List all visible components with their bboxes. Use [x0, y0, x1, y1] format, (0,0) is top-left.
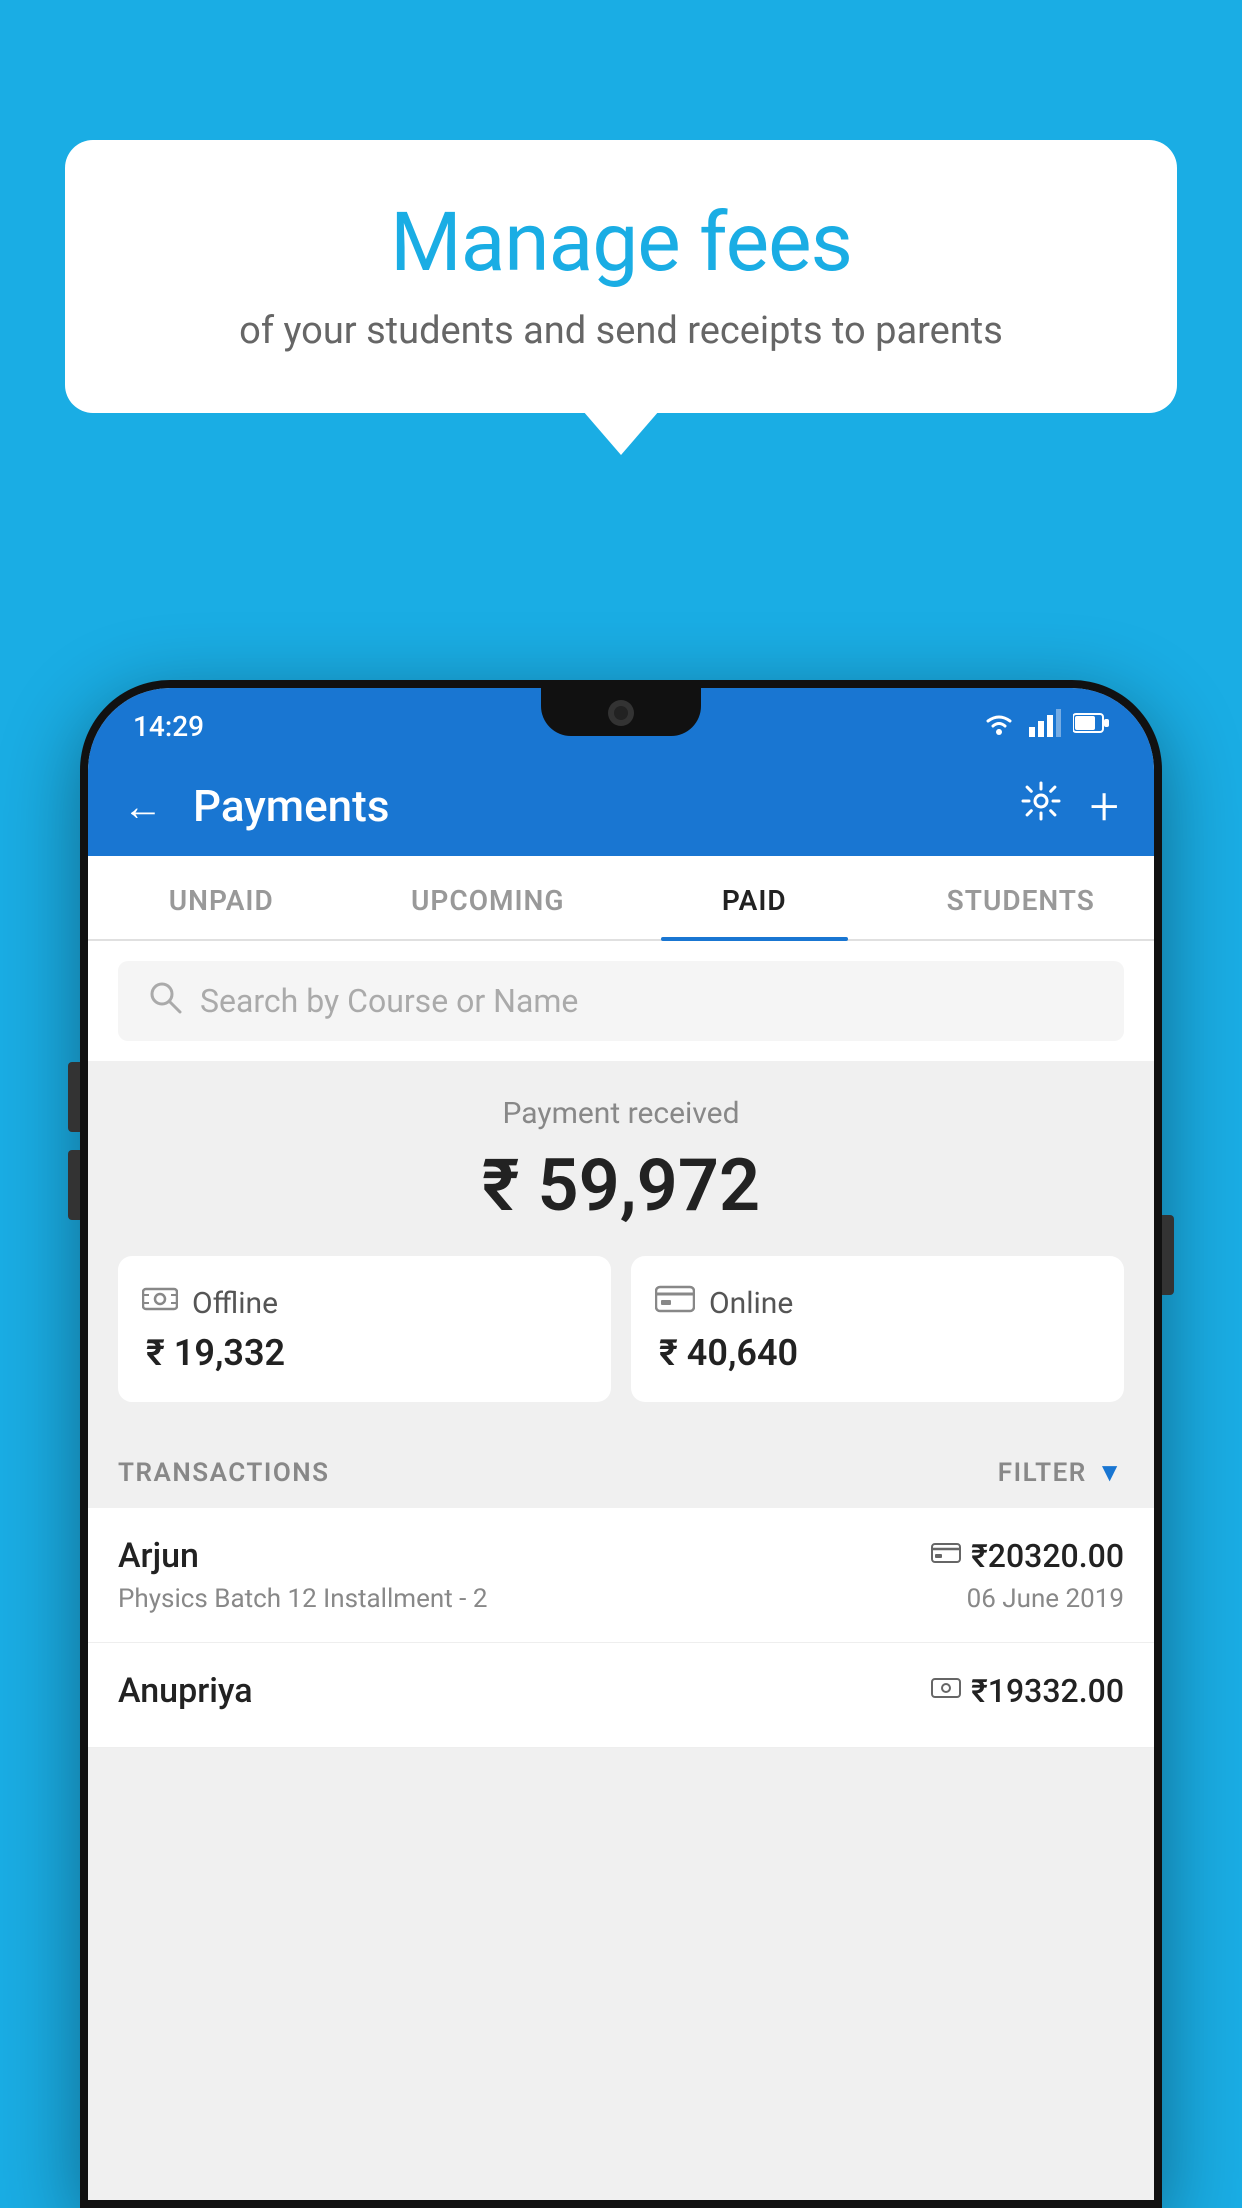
offline-icon: [142, 1284, 178, 1322]
app-bar: ← Payments +: [88, 756, 1154, 856]
speech-bubble-container: Manage fees of your students and send re…: [65, 140, 1177, 413]
add-button[interactable]: +: [1090, 776, 1119, 837]
speech-bubble: Manage fees of your students and send re…: [65, 140, 1177, 413]
transaction-amount-wrap: ₹19332.00: [931, 1672, 1124, 1710]
front-camera: [608, 700, 634, 726]
transaction-course: Physics Batch 12 Installment - 2: [118, 1584, 487, 1614]
transaction-detail-row: Physics Batch 12 Installment - 2 06 June…: [118, 1584, 1124, 1614]
tab-unpaid[interactable]: UNPAID: [88, 856, 355, 939]
transaction-name: Anupriya: [118, 1671, 253, 1711]
filter-icon: ▼: [1097, 1457, 1124, 1488]
tab-upcoming[interactable]: UPCOMING: [355, 856, 622, 939]
search-input[interactable]: Search by Course or Name: [200, 982, 578, 1020]
back-button[interactable]: ←: [123, 783, 163, 830]
tab-paid[interactable]: PAID: [621, 856, 888, 939]
offline-card: Offline ₹ 19,332: [118, 1256, 611, 1402]
phone-inner: 14:29: [88, 688, 1154, 2200]
cash-payment-icon: [931, 1676, 961, 1706]
payment-received-label: Payment received: [118, 1096, 1124, 1131]
transaction-main-row: Anupriya ₹19332.00: [118, 1671, 1124, 1711]
payment-summary: Payment received ₹ 59,972: [88, 1061, 1154, 1432]
wifi-icon: [981, 709, 1017, 743]
battery-icon: [1073, 712, 1109, 740]
table-row[interactable]: Arjun ₹20320.00: [88, 1508, 1154, 1643]
status-time: 14:29: [133, 710, 204, 743]
transaction-list: Arjun ₹20320.00: [88, 1508, 1154, 1748]
status-icons: [981, 709, 1109, 743]
power-button: [1162, 1215, 1174, 1295]
volume-buttons: [68, 1062, 80, 1220]
transactions-label: TRANSACTIONS: [118, 1458, 330, 1488]
online-card: Online ₹ 40,640: [631, 1256, 1124, 1402]
power-side-button: [1162, 1215, 1174, 1295]
online-amount: ₹ 40,640: [655, 1332, 1100, 1374]
search-icon: [148, 980, 182, 1022]
phone-notch: [541, 688, 701, 736]
app-bar-actions: +: [1020, 776, 1119, 837]
filter-button[interactable]: FILTER ▼: [998, 1457, 1124, 1488]
settings-icon[interactable]: [1020, 780, 1062, 832]
transactions-header: TRANSACTIONS FILTER ▼: [88, 1432, 1154, 1508]
payment-total: ₹ 59,972: [118, 1143, 1124, 1228]
filter-label: FILTER: [998, 1458, 1087, 1488]
online-icon: [655, 1284, 695, 1322]
offline-label: Offline: [192, 1286, 278, 1321]
tab-students[interactable]: STUDENTS: [888, 856, 1155, 939]
card-payment-icon: [931, 1541, 961, 1571]
search-box[interactable]: Search by Course or Name: [118, 961, 1124, 1041]
transaction-amount: ₹19332.00: [971, 1672, 1124, 1710]
transaction-amount: ₹20320.00: [971, 1537, 1124, 1575]
bubble-title: Manage fees: [125, 195, 1117, 291]
offline-amount: ₹ 19,332: [142, 1332, 587, 1374]
phone-frame: 14:29: [80, 680, 1162, 2208]
tabs: UNPAID UPCOMING PAID STUDENTS: [88, 856, 1154, 941]
transaction-name: Arjun: [118, 1536, 199, 1576]
transaction-amount-wrap: ₹20320.00: [931, 1537, 1124, 1575]
search-container: Search by Course or Name: [88, 941, 1154, 1061]
offline-card-header: Offline: [142, 1284, 587, 1322]
online-card-header: Online: [655, 1284, 1100, 1322]
table-row[interactable]: Anupriya ₹19332.00: [88, 1643, 1154, 1748]
volume-up-button: [68, 1062, 80, 1132]
app-title: Payments: [193, 780, 1000, 832]
bubble-subtitle: of your students and send receipts to pa…: [125, 309, 1117, 353]
payment-cards: Offline ₹ 19,332: [118, 1256, 1124, 1402]
transaction-date: 06 June 2019: [967, 1584, 1124, 1614]
volume-down-button: [68, 1150, 80, 1220]
online-label: Online: [709, 1286, 793, 1321]
phone-screen: 14:29: [88, 688, 1154, 2200]
transaction-main-row: Arjun ₹20320.00: [118, 1536, 1124, 1576]
signal-icon: [1029, 709, 1061, 743]
